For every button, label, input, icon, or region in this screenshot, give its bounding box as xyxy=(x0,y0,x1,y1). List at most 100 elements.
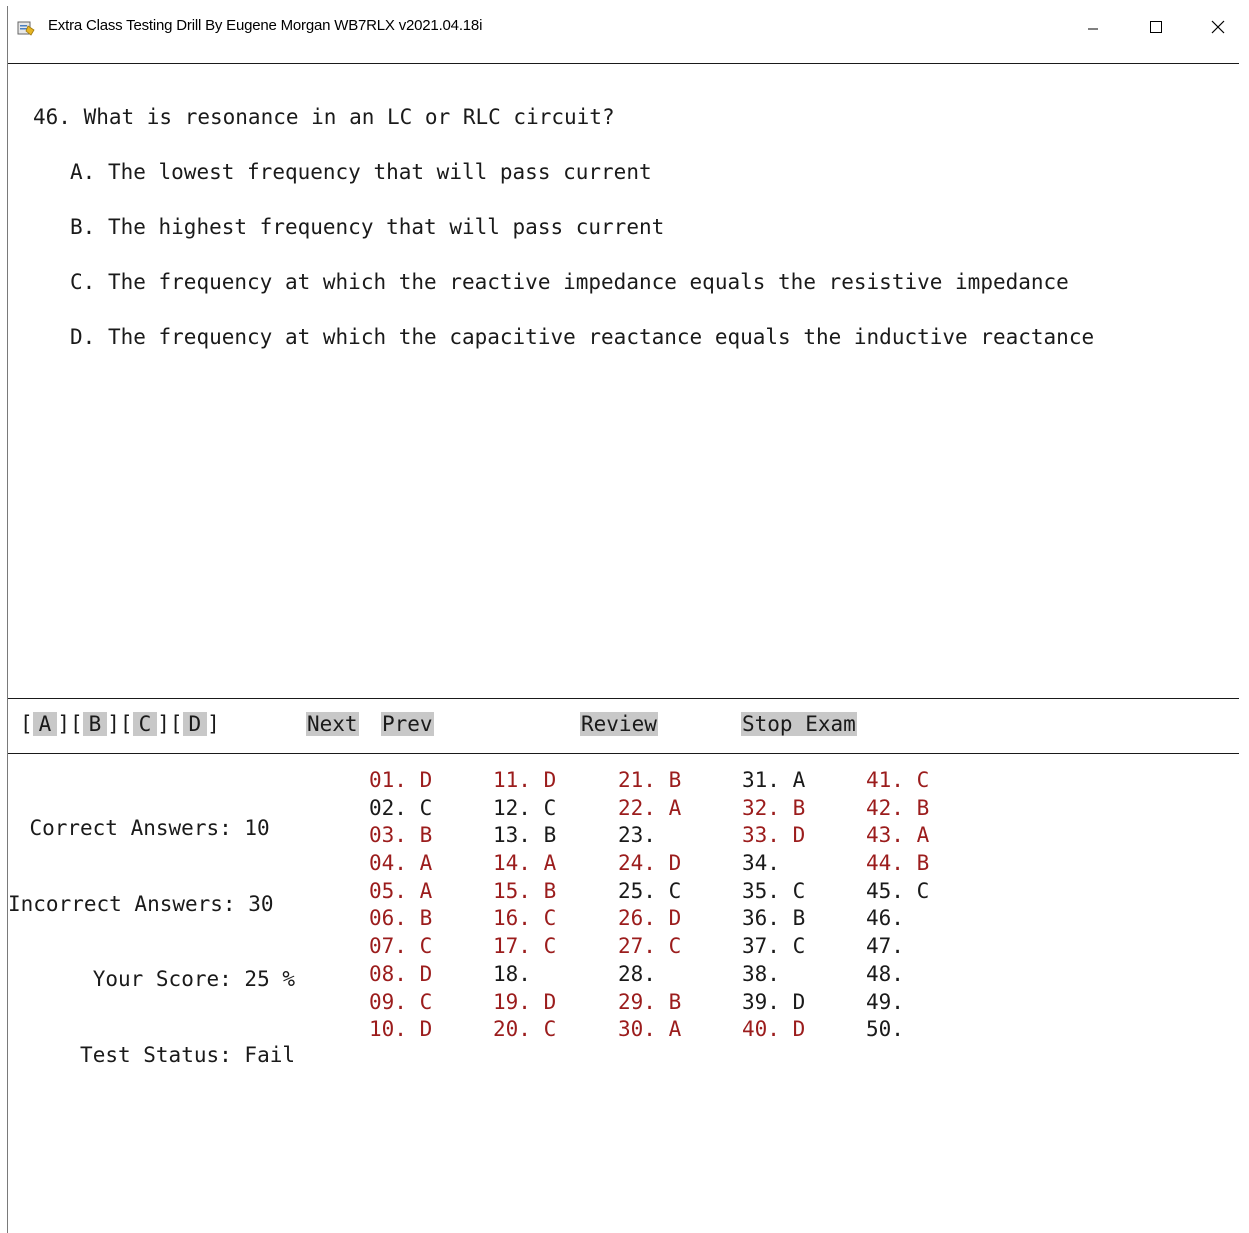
answer-cell[interactable]: 01. D xyxy=(369,767,432,795)
answer-cell[interactable]: 07. C xyxy=(369,933,432,961)
maximize-icon xyxy=(1150,21,1162,33)
answer-cell[interactable]: 17. C xyxy=(493,933,556,961)
answer-cell[interactable]: 30. A xyxy=(618,1016,681,1044)
answer-cell[interactable]: 42. B xyxy=(866,795,929,823)
answer-cell[interactable]: 15. B xyxy=(493,878,556,906)
answer-cell[interactable]: 47. xyxy=(866,933,929,961)
answer-cell[interactable]: 03. B xyxy=(369,822,432,850)
answer-number: 20. xyxy=(493,1017,531,1042)
prev-button[interactable]: Prev xyxy=(381,712,434,736)
answer-cell[interactable]: 39. D xyxy=(742,989,805,1017)
answer-number: 28. xyxy=(618,961,656,986)
answer-cell[interactable]: 10. D xyxy=(369,1016,432,1044)
answer-cell[interactable]: 11. D xyxy=(493,767,556,795)
choice-d: D. The frequency at which the capacitive… xyxy=(70,325,1094,349)
answer-cell[interactable]: 48. xyxy=(866,961,929,989)
choice-letter: B. xyxy=(70,215,96,239)
answer-number: 48. xyxy=(866,961,904,986)
answer-cell[interactable]: 26. D xyxy=(618,905,681,933)
minimize-button[interactable] xyxy=(1070,8,1116,48)
answer-cell[interactable]: 04. A xyxy=(369,850,432,878)
answer-letter: C xyxy=(419,795,433,820)
answer-cell[interactable]: 32. B xyxy=(742,795,805,823)
answer-number: 21. xyxy=(618,768,656,792)
answer-cell[interactable]: 19. D xyxy=(493,989,556,1017)
answer-cell[interactable]: 05. A xyxy=(369,878,432,906)
answer-letter: B xyxy=(668,989,682,1014)
choice-letter: D. xyxy=(70,325,96,349)
answer-cell[interactable]: 45. C xyxy=(866,878,929,906)
test-status-row: Test Status: Fail xyxy=(8,1042,295,1070)
stop-exam-button[interactable]: Stop Exam xyxy=(741,712,857,736)
answer-cell[interactable]: 49. xyxy=(866,989,929,1017)
window-title: Extra Class Testing Drill By Eugene Morg… xyxy=(48,17,483,34)
answer-cell[interactable]: 31. A xyxy=(742,767,805,795)
answer-number: 27. xyxy=(618,934,656,959)
answer-letter: B xyxy=(543,823,557,848)
answer-number: 35. xyxy=(742,878,780,903)
answer-b-button[interactable]: B xyxy=(82,712,108,736)
answer-number: 17. xyxy=(493,934,531,959)
answer-cell[interactable]: 40. D xyxy=(742,1016,805,1044)
answer-cell[interactable]: 14. A xyxy=(493,850,556,878)
answer-cell[interactable]: 44. B xyxy=(866,850,929,878)
answer-letter: D xyxy=(792,989,806,1014)
answer-cell[interactable]: 28. xyxy=(618,961,681,989)
answer-cell[interactable]: 09. C xyxy=(369,989,432,1017)
answer-letter: B xyxy=(419,906,433,931)
next-button[interactable]: Next xyxy=(306,712,359,736)
review-button[interactable]: Review xyxy=(580,712,658,736)
answer-cell[interactable]: 37. C xyxy=(742,933,805,961)
answer-cell[interactable]: 34. xyxy=(742,850,805,878)
answer-cell[interactable]: 20. C xyxy=(493,1016,556,1044)
incorrect-answers-value: 30 xyxy=(248,891,274,916)
answer-cell[interactable]: 35. C xyxy=(742,878,805,906)
correct-answers-value: 10 xyxy=(244,816,270,840)
answer-cell[interactable]: 36. B xyxy=(742,905,805,933)
answer-letter: C xyxy=(419,989,433,1014)
answer-letter: A xyxy=(543,851,557,876)
bracket: [ xyxy=(20,712,33,736)
answer-cell[interactable]: 16. C xyxy=(493,905,556,933)
close-button[interactable] xyxy=(1195,8,1241,48)
answer-cell[interactable]: 27. C xyxy=(618,933,681,961)
answer-number: 47. xyxy=(866,934,904,959)
answer-a-button[interactable]: A xyxy=(32,712,58,736)
answer-number: 42. xyxy=(866,795,904,820)
maximize-button[interactable] xyxy=(1133,8,1179,48)
answer-cell[interactable]: 12. C xyxy=(493,795,556,823)
answer-letter: B xyxy=(792,795,806,820)
answer-cell[interactable]: 50. xyxy=(866,1016,929,1044)
answer-cell[interactable]: 38. xyxy=(742,961,805,989)
answer-d-button[interactable]: D xyxy=(182,712,208,736)
answer-cell[interactable]: 23. xyxy=(618,822,681,850)
answer-cell[interactable]: 22. A xyxy=(618,795,681,823)
answer-number: 02. xyxy=(369,795,407,820)
answer-cell[interactable]: 46. xyxy=(866,905,929,933)
answer-letter: B xyxy=(419,823,433,848)
answer-cell[interactable]: 06. B xyxy=(369,905,432,933)
answer-number: 04. xyxy=(369,851,407,876)
answer-letter: C xyxy=(419,934,433,959)
answer-cell[interactable]: 43. A xyxy=(866,822,929,850)
answer-cell[interactable]: 08. D xyxy=(369,961,432,989)
answer-number: 19. xyxy=(493,989,531,1014)
answer-letter: B xyxy=(916,795,930,820)
answer-cell[interactable]: 29. B xyxy=(618,989,681,1017)
answer-number: 06. xyxy=(369,906,407,931)
choice-letter: A. xyxy=(70,160,96,184)
answer-letter: D xyxy=(543,768,557,792)
answer-number: 41. xyxy=(866,768,904,792)
answer-c-button[interactable]: C xyxy=(132,712,158,736)
bracket: ][ xyxy=(157,712,183,736)
answer-letter: D xyxy=(668,851,682,876)
answer-cell[interactable]: 41. C xyxy=(866,767,929,795)
answer-cell[interactable]: 24. D xyxy=(618,850,681,878)
answer-cell[interactable]: 02. C xyxy=(369,795,432,823)
answer-cell[interactable]: 21. B xyxy=(618,767,681,795)
answer-cell[interactable]: 33. D xyxy=(742,822,805,850)
answer-number: 30. xyxy=(618,1017,656,1042)
answer-cell[interactable]: 13. B xyxy=(493,822,556,850)
answer-cell[interactable]: 18. xyxy=(493,961,556,989)
answer-cell[interactable]: 25. C xyxy=(618,878,681,906)
